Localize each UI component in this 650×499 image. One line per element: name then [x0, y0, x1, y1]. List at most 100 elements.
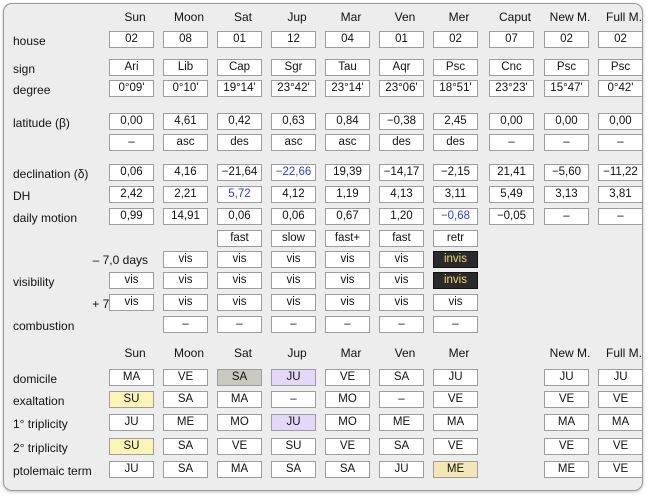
exaltation-cell[interactable]: SA: [163, 391, 208, 408]
visibility-today-cell[interactable]: vis: [379, 272, 424, 289]
declination-cell[interactable]: −2,15: [433, 164, 478, 181]
sign-cell[interactable]: Tau: [325, 59, 370, 76]
latitude-direction-cell[interactable]: asc: [325, 134, 370, 151]
visibility-today-cell[interactable]: vis: [109, 272, 154, 289]
combustion-cell[interactable]: –: [433, 316, 478, 333]
visibility-minus-cell[interactable]: vis: [163, 251, 208, 268]
exaltation-cell[interactable]: MO: [325, 391, 370, 408]
degree-cell[interactable]: 23°06': [379, 80, 424, 97]
degree-cell[interactable]: 23°14': [325, 80, 370, 97]
combustion-cell[interactable]: –: [325, 316, 370, 333]
daily-motion-cell[interactable]: 1,20: [379, 208, 424, 225]
triplicity1-cell[interactable]: ME: [379, 414, 424, 431]
speed-cell[interactable]: retr: [433, 230, 478, 247]
exaltation-cell[interactable]: VE: [544, 391, 589, 408]
latitude-cell[interactable]: 0,00: [489, 113, 534, 130]
combustion-cell[interactable]: –: [217, 316, 262, 333]
triplicity1-cell[interactable]: MA: [598, 414, 642, 431]
latitude-direction-cell[interactable]: –: [598, 134, 642, 151]
degree-cell[interactable]: 23°23': [489, 80, 534, 97]
declination-cell[interactable]: 4,16: [163, 164, 208, 181]
house-cell[interactable]: 01: [217, 31, 262, 48]
latitude-cell[interactable]: 2,45: [433, 113, 478, 130]
combustion-cell[interactable]: –: [379, 316, 424, 333]
house-cell[interactable]: 08: [163, 31, 208, 48]
visibility-minus-cell[interactable]: vis: [271, 251, 316, 268]
dh-cell[interactable]: 4,13: [379, 186, 424, 203]
exaltation-cell[interactable]: MA: [217, 391, 262, 408]
visibility-today-cell[interactable]: vis: [217, 272, 262, 289]
house-cell[interactable]: 04: [325, 31, 370, 48]
triplicity2-cell[interactable]: SU: [109, 438, 154, 455]
visibility-today-cell[interactable]: invis: [433, 272, 478, 289]
latitude-cell[interactable]: 0,84: [325, 113, 370, 130]
degree-cell[interactable]: 18°51': [433, 80, 478, 97]
latitude-direction-cell[interactable]: des: [433, 134, 478, 151]
visibility-today-cell[interactable]: vis: [271, 272, 316, 289]
triplicity1-cell[interactable]: JU: [109, 414, 154, 431]
sign-cell[interactable]: Lib: [163, 59, 208, 76]
house-cell[interactable]: 01: [379, 31, 424, 48]
term-cell[interactable]: JU: [379, 461, 424, 478]
speed-cell[interactable]: slow: [271, 230, 316, 247]
latitude-direction-cell[interactable]: –: [489, 134, 534, 151]
triplicity2-cell[interactable]: SA: [379, 438, 424, 455]
daily-motion-cell[interactable]: –: [544, 208, 589, 225]
triplicity1-cell[interactable]: MA: [433, 414, 478, 431]
latitude-cell[interactable]: 0,00: [544, 113, 589, 130]
declination-cell[interactable]: −11,22: [598, 164, 642, 181]
house-cell[interactable]: 07: [489, 31, 534, 48]
speed-cell[interactable]: fast: [379, 230, 424, 247]
term-cell[interactable]: SA: [163, 461, 208, 478]
declination-cell[interactable]: −5,60: [544, 164, 589, 181]
visibility-plus-cell[interactable]: vis: [271, 294, 316, 311]
declination-cell[interactable]: −21,64: [217, 164, 262, 181]
visibility-minus-cell[interactable]: invis: [433, 251, 478, 268]
latitude-direction-cell[interactable]: –: [544, 134, 589, 151]
domicile-cell[interactable]: VE: [163, 369, 208, 386]
triplicity2-cell[interactable]: SU: [271, 438, 316, 455]
domicile-cell[interactable]: JU: [598, 369, 642, 386]
sign-cell[interactable]: Psc: [544, 59, 589, 76]
domicile-cell[interactable]: VE: [325, 369, 370, 386]
sign-cell[interactable]: Ari: [109, 59, 154, 76]
triplicity2-cell[interactable]: SA: [163, 438, 208, 455]
latitude-cell[interactable]: −0,38: [379, 113, 424, 130]
term-cell[interactable]: ME: [544, 461, 589, 478]
speed-cell[interactable]: fast+: [325, 230, 370, 247]
dh-cell[interactable]: 3,81: [598, 186, 642, 203]
daily-motion-cell[interactable]: 0,06: [271, 208, 316, 225]
domicile-cell[interactable]: SA: [379, 369, 424, 386]
term-cell[interactable]: MA: [217, 461, 262, 478]
domicile-cell[interactable]: JU: [271, 369, 316, 386]
house-cell[interactable]: 02: [598, 31, 642, 48]
visibility-today-cell[interactable]: vis: [325, 272, 370, 289]
triplicity2-cell[interactable]: VE: [598, 438, 642, 455]
triplicity2-cell[interactable]: VE: [433, 438, 478, 455]
latitude-direction-cell[interactable]: des: [217, 134, 262, 151]
triplicity1-cell[interactable]: ME: [163, 414, 208, 431]
daily-motion-cell[interactable]: 0,99: [109, 208, 154, 225]
declination-cell[interactable]: −14,17: [379, 164, 424, 181]
exaltation-cell[interactable]: –: [271, 391, 316, 408]
dh-cell[interactable]: 5,72: [217, 186, 262, 203]
dh-cell[interactable]: 2,42: [109, 186, 154, 203]
degree-cell[interactable]: 23°42': [271, 80, 316, 97]
visibility-plus-cell[interactable]: vis: [433, 294, 478, 311]
exaltation-cell[interactable]: VE: [598, 391, 642, 408]
triplicity1-cell[interactable]: MO: [325, 414, 370, 431]
dh-cell[interactable]: 3,11: [433, 186, 478, 203]
sign-cell[interactable]: Cap: [217, 59, 262, 76]
degree-cell[interactable]: 0°10': [163, 80, 208, 97]
term-cell[interactable]: VE: [598, 461, 642, 478]
sign-cell[interactable]: Sgr: [271, 59, 316, 76]
latitude-direction-cell[interactable]: asc: [163, 134, 208, 151]
exaltation-cell[interactable]: VE: [433, 391, 478, 408]
dh-cell[interactable]: 5,49: [489, 186, 534, 203]
visibility-minus-cell[interactable]: vis: [217, 251, 262, 268]
triplicity1-cell[interactable]: JU: [271, 414, 316, 431]
domicile-cell[interactable]: JU: [544, 369, 589, 386]
visibility-today-cell[interactable]: vis: [163, 272, 208, 289]
sign-cell[interactable]: Cnc: [489, 59, 534, 76]
sign-cell[interactable]: Psc: [433, 59, 478, 76]
